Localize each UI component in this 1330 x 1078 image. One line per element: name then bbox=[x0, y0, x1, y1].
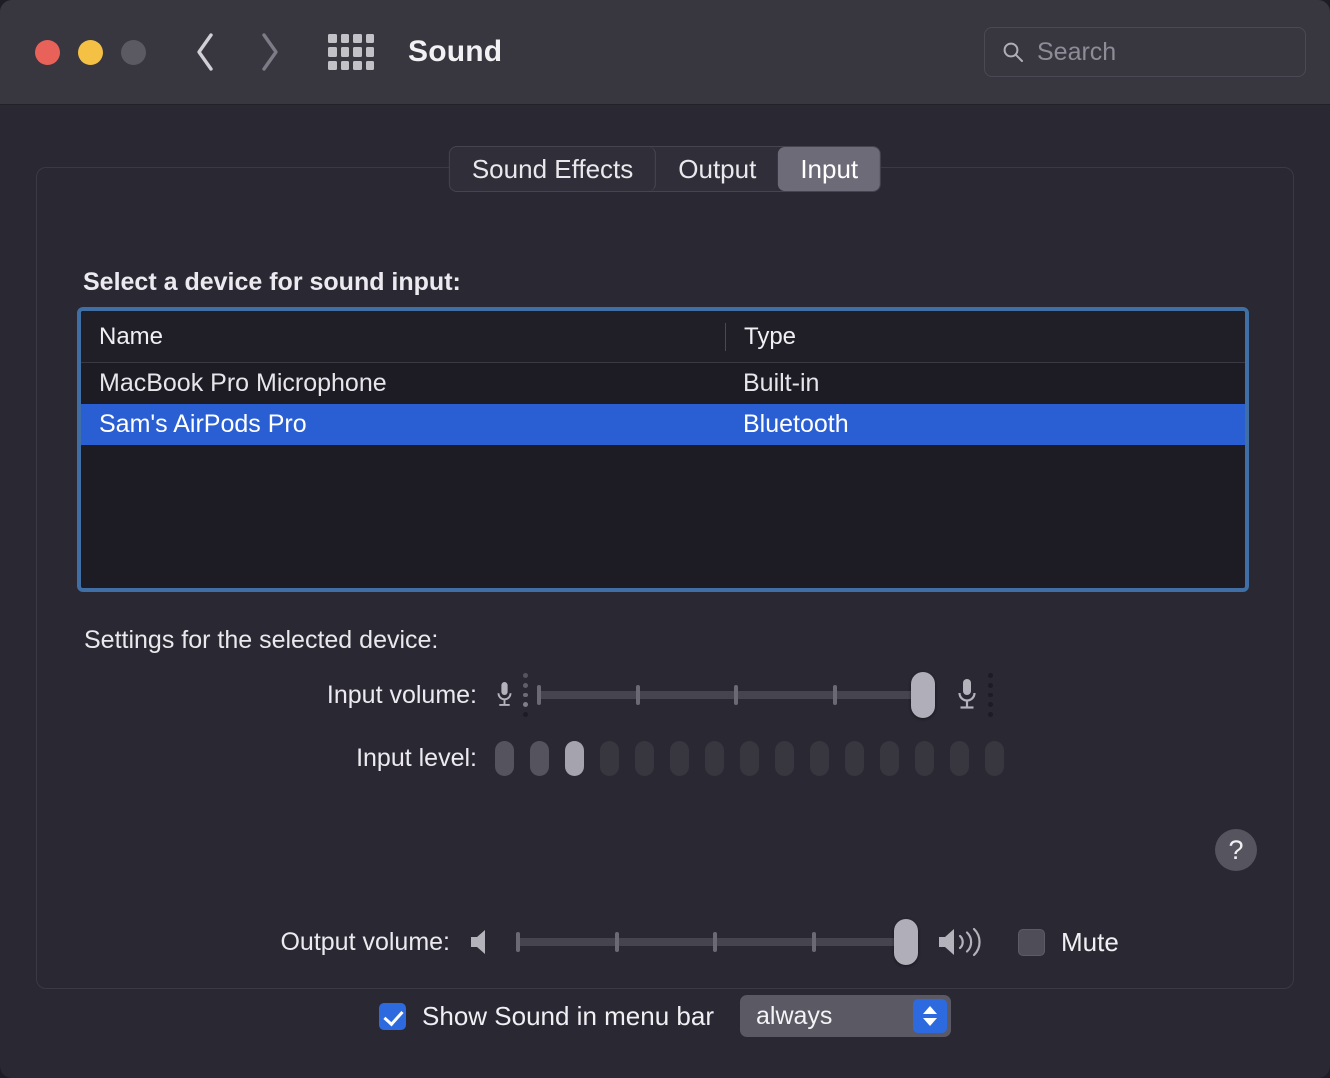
window-body: Sound Effects Output Input Select a devi… bbox=[0, 105, 1330, 1078]
slider-tick bbox=[635, 685, 640, 705]
show-all-grid-icon[interactable] bbox=[328, 34, 374, 70]
level-segment bbox=[600, 741, 619, 776]
level-segment bbox=[495, 741, 514, 776]
show-in-menu-bar-checkbox[interactable] bbox=[379, 1002, 407, 1030]
show-in-menu-bar-label: Show Sound in menu bar bbox=[422, 1000, 714, 1031]
menu-bar-visibility-select[interactable]: always bbox=[739, 995, 951, 1037]
input-volume-right-dots bbox=[988, 673, 993, 717]
traffic-lights bbox=[35, 39, 146, 65]
close-button[interactable] bbox=[35, 39, 60, 65]
slider-tick bbox=[516, 932, 520, 952]
slider-tick bbox=[832, 685, 837, 705]
minimize-button[interactable] bbox=[78, 39, 103, 65]
level-segment bbox=[845, 741, 864, 776]
table-row-selected[interactable]: Sam's AirPods Pro Bluetooth bbox=[81, 404, 1245, 445]
input-device-table[interactable]: Name Type MacBook Pro Microphone Built-i… bbox=[77, 307, 1249, 592]
input-volume-left-dots bbox=[523, 673, 528, 717]
chevron-up-down-icon[interactable] bbox=[912, 999, 947, 1033]
microphone-small-icon bbox=[497, 682, 512, 706]
tab-input[interactable]: Input bbox=[778, 147, 881, 191]
input-volume-thumb[interactable] bbox=[911, 672, 936, 718]
microphone-large-icon bbox=[958, 679, 976, 709]
tab-output[interactable]: Output bbox=[656, 147, 778, 191]
output-volume-thumb[interactable] bbox=[894, 919, 919, 965]
input-level-meter bbox=[495, 741, 1004, 776]
slider-tick bbox=[713, 932, 717, 952]
slider-tick bbox=[811, 932, 816, 952]
level-segment bbox=[810, 741, 829, 776]
zoom-button bbox=[121, 39, 146, 65]
slider-tick bbox=[537, 685, 541, 705]
help-button[interactable]: ? bbox=[1215, 829, 1257, 871]
navigation-buttons bbox=[190, 29, 284, 75]
column-header-type[interactable]: Type bbox=[725, 322, 1185, 351]
level-segment bbox=[775, 741, 794, 776]
level-segment bbox=[950, 741, 969, 776]
device-type: Built-in bbox=[743, 369, 820, 397]
menu-bar-visibility-value: always bbox=[755, 1001, 833, 1030]
slider-tick bbox=[734, 685, 738, 705]
slider-tick bbox=[614, 932, 619, 952]
table-row[interactable]: MacBook Pro Microphone Built-in bbox=[81, 363, 1245, 404]
forward-button[interactable] bbox=[254, 29, 284, 75]
input-settings-panel: Select a device for sound input: Name Ty… bbox=[36, 167, 1294, 989]
speaker-quiet-icon bbox=[471, 930, 485, 954]
menu-bar-row: Show Sound in menu bar always bbox=[0, 995, 1330, 1037]
input-level-row: Input level: bbox=[37, 741, 1293, 776]
back-button[interactable] bbox=[190, 29, 220, 75]
level-segment bbox=[880, 741, 899, 776]
mute-label: Mute bbox=[1061, 926, 1119, 957]
window-titlebar: Sound Search bbox=[0, 0, 1330, 105]
device-name: MacBook Pro Microphone bbox=[99, 369, 387, 397]
level-segment bbox=[705, 741, 724, 776]
level-segment bbox=[670, 741, 689, 776]
output-volume-label: Output volume: bbox=[280, 927, 450, 956]
level-segment bbox=[530, 741, 549, 776]
output-volume-track bbox=[516, 919, 919, 965]
input-volume-row: Input volume: bbox=[37, 672, 1293, 718]
device-name: Sam's AirPods Pro bbox=[99, 410, 307, 438]
tab-sound-effects[interactable]: Sound Effects bbox=[450, 147, 657, 191]
column-header-name[interactable]: Name bbox=[81, 323, 725, 351]
mute-checkbox[interactable] bbox=[1018, 928, 1045, 956]
device-type: Bluetooth bbox=[743, 410, 849, 438]
output-volume-row: Output volume: Mute bbox=[0, 919, 1330, 965]
device-section-label: Select a device for sound input: bbox=[83, 268, 461, 296]
output-volume-slider[interactable] bbox=[516, 919, 919, 965]
level-segment bbox=[635, 741, 654, 776]
search-placeholder: Search bbox=[1037, 37, 1117, 66]
level-segment bbox=[915, 741, 934, 776]
level-segment bbox=[565, 741, 584, 776]
input-volume-label: Input volume: bbox=[326, 680, 477, 709]
input-volume-track bbox=[537, 672, 936, 718]
level-segment bbox=[740, 741, 759, 776]
input-volume-slider[interactable] bbox=[537, 672, 936, 718]
speaker-loud-icon bbox=[939, 927, 981, 957]
tab-bar: Sound Effects Output Input bbox=[448, 146, 882, 192]
settings-section-label: Settings for the selected device: bbox=[84, 626, 439, 654]
input-level-label: Input level: bbox=[356, 744, 477, 772]
sound-preferences-window: Sound Search Sound Effects Output Input … bbox=[0, 0, 1330, 1078]
table-header-row: Name Type bbox=[81, 311, 1245, 363]
level-segment bbox=[985, 741, 1004, 776]
search-icon bbox=[1003, 42, 1023, 62]
page-title: Sound bbox=[408, 35, 503, 68]
search-field[interactable]: Search bbox=[984, 27, 1306, 77]
